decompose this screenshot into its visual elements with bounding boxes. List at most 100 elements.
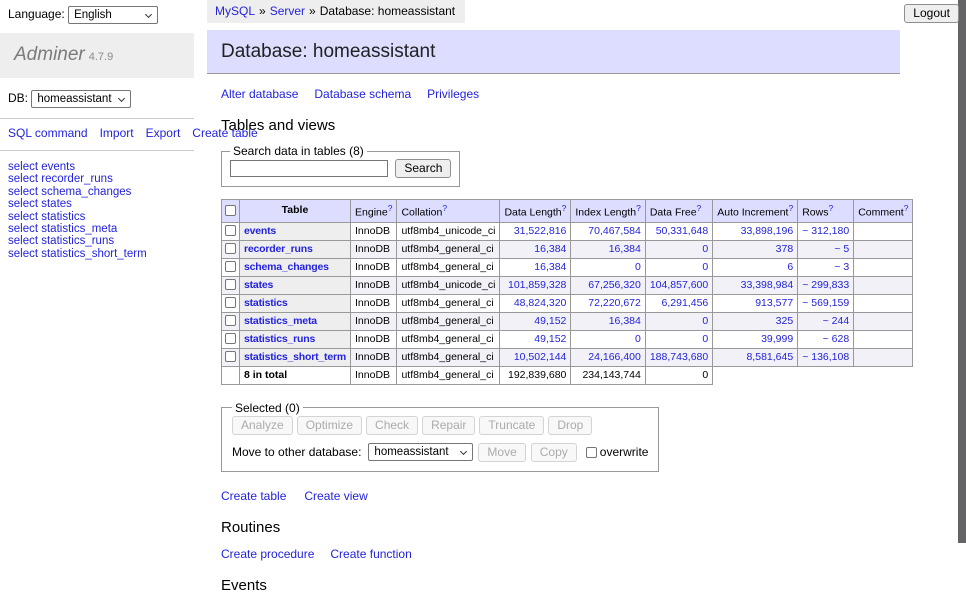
total-data-length: 192,839,680 [500,366,571,384]
rows-link[interactable]: ~ 569,159 [802,297,849,309]
data-free-link[interactable]: 188,743,680 [650,351,708,363]
selected-fieldset: Selected (0) AnalyzeOptimizeCheckRepairT… [221,401,659,472]
search-input[interactable] [230,160,388,177]
sidebar-action-import[interactable]: Import [100,126,134,140]
help-link[interactable]: ? [697,203,702,213]
index-length-link[interactable]: 24,166,400 [588,351,641,363]
create-view-link[interactable]: Create view [304,489,367,503]
data-free-link[interactable]: 104,857,600 [650,279,708,291]
data-length-link[interactable]: 16,384 [534,243,566,255]
create-table-link[interactable]: Create table [221,489,286,503]
db-select-value: homeassistant [37,93,111,105]
move-database-select[interactable]: homeassistant [368,443,473,461]
db-select[interactable]: homeassistant [31,90,131,108]
select-all-checkbox[interactable] [225,205,236,216]
row-checkbox[interactable] [225,297,236,308]
sidebar-select-statistics-short-term[interactable]: select statistics_short_term [8,248,186,260]
table-link-states[interactable]: states [244,279,273,291]
nav-database-schema[interactable]: Database schema [314,87,411,101]
table-link-statistics[interactable]: statistics [244,297,288,309]
data-free-link[interactable]: 0 [702,315,708,327]
help-link[interactable]: ? [636,203,641,213]
table-link-events[interactable]: events [244,225,276,237]
row-checkbox[interactable] [225,261,236,272]
vertical-scrollbar[interactable] [958,0,966,543]
index-length-link[interactable]: 0 [635,333,641,345]
index-length-link[interactable]: 16,384 [609,243,641,255]
data-free-link[interactable]: 6,291,456 [662,297,709,309]
index-length-link[interactable]: 67,256,320 [588,279,641,291]
nav-alter-database[interactable]: Alter database [221,87,298,101]
auto-increment-link[interactable]: 8,581,645 [746,351,793,363]
help-link[interactable]: ? [388,203,393,213]
auto-increment-link[interactable]: 33,898,196 [741,225,794,237]
auto-increment-cell: 33,898,196 [713,222,798,240]
sidebar-select-statistics-meta[interactable]: select statistics_meta [8,223,186,235]
data-length-link[interactable]: 31,522,816 [514,225,567,237]
overwrite-checkbox[interactable] [586,447,597,458]
table-link-statistics-short-term[interactable]: statistics_short_term [244,351,346,363]
index-length-link[interactable]: 0 [635,261,641,273]
rows-link[interactable]: ~ 628 [823,333,850,345]
data-free-link[interactable]: 0 [702,261,708,273]
help-link[interactable]: ? [828,203,833,213]
auto-increment-link[interactable]: 325 [776,315,794,327]
create-procedure-link[interactable]: Create procedure [221,547,314,561]
create-function-link[interactable]: Create function [330,547,411,561]
row-checkbox[interactable] [225,333,236,344]
language-label: Language: [8,7,65,21]
sidebar-select-events[interactable]: select events [8,161,186,173]
table-link-schema-changes[interactable]: schema_changes [244,261,329,273]
index-length-link[interactable]: 70,467,584 [588,225,641,237]
data-free-link[interactable]: 0 [702,333,708,345]
help-link[interactable]: ? [904,203,909,213]
rows-link[interactable]: ~ 312,180 [802,225,849,237]
rows-link[interactable]: ~ 136,108 [802,351,849,363]
sidebar-select-states[interactable]: select states [8,198,186,210]
index-length-link[interactable]: 72,220,672 [588,297,641,309]
row-checkbox[interactable] [225,243,236,254]
auto-increment-link[interactable]: 39,999 [761,333,793,345]
nav-privileges[interactable]: Privileges [427,87,479,101]
rows-link[interactable]: ~ 299,833 [802,279,849,291]
search-button[interactable]: Search [395,159,451,178]
auto-increment-link[interactable]: 6 [787,261,793,273]
rows-link[interactable]: ~ 244 [823,315,850,327]
breadcrumb-server[interactable]: Server [270,4,305,18]
data-length-link[interactable]: 49,152 [534,315,566,327]
data-length-link[interactable]: 101,859,328 [508,279,566,291]
data-free-link[interactable]: 50,331,648 [656,225,709,237]
table-link-statistics-runs[interactable]: statistics_runs [244,333,315,345]
index-length-link[interactable]: 16,384 [609,315,641,327]
sidebar-select-schema-changes[interactable]: select schema_changes [8,186,186,198]
auto-increment-link[interactable]: 913,577 [755,297,793,309]
sidebar-action-export[interactable]: Export [146,126,181,140]
auto-increment-link[interactable]: 378 [776,243,794,255]
sidebar-select-statistics[interactable]: select statistics [8,211,186,223]
row-checkbox[interactable] [225,315,236,326]
sidebar-select-statistics-runs[interactable]: select statistics_runs [8,235,186,247]
data-length-link[interactable]: 49,152 [534,333,566,345]
data-length-link[interactable]: 10,502,144 [514,351,567,363]
data-length-link[interactable]: 48,824,320 [514,297,567,309]
sidebar-action-sql-command[interactable]: SQL command [8,126,88,140]
row-checkbox[interactable] [225,351,236,362]
breadcrumb-mysql[interactable]: MySQL [215,4,255,18]
help-link[interactable]: ? [788,203,793,213]
row-checkbox[interactable] [225,225,236,236]
sidebar-select-recorder-runs[interactable]: select recorder_runs [8,173,186,185]
logout-button[interactable]: Logout [904,4,959,23]
table-link-recorder-runs[interactable]: recorder_runs [244,243,313,255]
row-check-cell [222,348,240,366]
table-row: eventsInnoDButf8mb4_unicode_ci31,522,816… [222,222,913,240]
help-link[interactable]: ? [442,203,447,213]
data-free-link[interactable]: 0 [702,243,708,255]
row-checkbox[interactable] [225,279,236,290]
data-length-link[interactable]: 16,384 [534,261,566,273]
help-link[interactable]: ? [562,203,567,213]
auto-increment-link[interactable]: 33,398,984 [741,279,794,291]
table-link-statistics-meta[interactable]: statistics_meta [244,315,317,327]
rows-link[interactable]: ~ 5 [834,243,849,255]
language-select[interactable]: English [68,6,158,24]
rows-link[interactable]: ~ 3 [834,261,849,273]
